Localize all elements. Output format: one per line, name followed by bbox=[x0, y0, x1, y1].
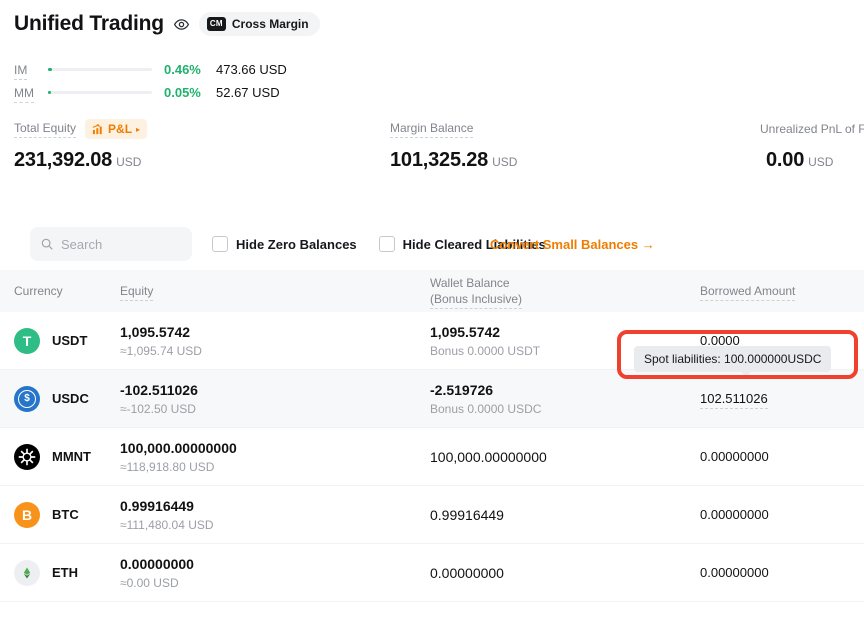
unrealized-pnl-label: Unrealized PnL of F bbox=[760, 122, 864, 136]
convert-small-balances-link[interactable]: Convert Small Balances → bbox=[490, 237, 655, 252]
pnl-badge[interactable]: P&L ▸ bbox=[85, 119, 147, 139]
margin-risk-section: IM 0.46% 473.66 USD MM 0.05% 52.67 USD bbox=[14, 62, 287, 100]
hide-zero-label: Hide Zero Balances bbox=[236, 237, 357, 252]
checkbox-hide-zero-balances[interactable]: Hide Zero Balances bbox=[212, 236, 357, 252]
wallet-balance-value: -2.519726 bbox=[430, 382, 700, 398]
pnl-chart-icon bbox=[92, 124, 104, 135]
table-row-btc: B BTC 0.99916449 ≈111,480.04 USD 0.99916… bbox=[0, 486, 864, 544]
im-progress-bar bbox=[48, 68, 152, 71]
column-header-equity: Equity bbox=[120, 284, 430, 298]
borrowed-amount-value[interactable]: 102.511026 bbox=[700, 391, 850, 406]
wallet-balance-cell: 0.99916449 bbox=[430, 507, 700, 523]
im-label: IM bbox=[14, 63, 44, 77]
wallet-balance-value: 0.00000000 bbox=[430, 565, 700, 581]
tooltip-arrow bbox=[740, 371, 752, 377]
equity-cell: -102.511026 ≈-102.50 USD bbox=[120, 382, 430, 416]
currency-name: BTC bbox=[52, 507, 79, 522]
equity-value: 0.00000000 bbox=[120, 556, 430, 572]
usdt-coin-icon: T bbox=[14, 328, 40, 354]
table-header: Currency Equity Wallet Balance (Bonus In… bbox=[0, 270, 864, 312]
spot-liabilities-tooltip: Spot liabilities: 100.000000USDC bbox=[634, 346, 831, 372]
mm-progress-fill bbox=[48, 91, 51, 94]
column-header-borrowed-amount: Borrowed Amount bbox=[700, 284, 850, 298]
total-equity-unit: USD bbox=[116, 155, 141, 169]
im-amount: 473.66 USD bbox=[216, 62, 287, 77]
equity-cell: 1,095.5742 ≈1,095.74 USD bbox=[120, 324, 430, 358]
pnl-badge-label: P&L bbox=[108, 122, 132, 136]
currency-cell: B BTC bbox=[14, 502, 120, 528]
mm-label: MM bbox=[14, 86, 44, 100]
margin-balance-unit: USD bbox=[492, 155, 517, 169]
mm-progress-bar bbox=[48, 91, 152, 94]
wallet-balance-value: 100,000.00000000 bbox=[430, 449, 700, 465]
mm-percent: 0.05% bbox=[164, 85, 208, 100]
margin-balance-label: Margin Balance bbox=[390, 121, 473, 138]
equity-usd-value: ≈1,095.74 USD bbox=[120, 344, 430, 358]
btc-coin-icon: B bbox=[14, 502, 40, 528]
cross-margin-icon: CM bbox=[207, 17, 226, 31]
unrealized-pnl-block: Unrealized PnL of F 0.00USD bbox=[760, 120, 864, 172]
eth-coin-icon bbox=[14, 560, 40, 586]
im-percent: 0.46% bbox=[164, 62, 208, 77]
equity-value: 1,095.5742 bbox=[120, 324, 430, 340]
table-row-eth: ETH 0.00000000 ≈0.00 USD 0.00000000 0.00… bbox=[0, 544, 864, 602]
margin-balance-block: Margin Balance 101,325.28USD bbox=[390, 120, 517, 172]
wallet-balance-cell: 100,000.00000000 bbox=[430, 449, 700, 465]
equity-value: -102.511026 bbox=[120, 382, 430, 398]
column-header-currency: Currency bbox=[14, 284, 120, 298]
page-header: Unified Trading CM Cross Margin bbox=[14, 12, 320, 36]
assets-table: Currency Equity Wallet Balance (Bonus In… bbox=[0, 270, 864, 602]
unrealized-pnl-value: 0.00USD bbox=[766, 149, 864, 172]
bonus-value: Bonus 0.0000 USDC bbox=[430, 402, 700, 416]
table-row-mmnt: MMNT 100,000.00000000 ≈118,918.80 USD 10… bbox=[0, 428, 864, 486]
margin-balance-value: 101,325.28USD bbox=[390, 149, 517, 172]
page-title: Unified Trading bbox=[14, 12, 164, 36]
mm-row: MM 0.05% 52.67 USD bbox=[14, 85, 287, 100]
currency-name: MMNT bbox=[52, 449, 91, 464]
currency-cell: ETH bbox=[14, 560, 120, 586]
equity-usd-value: ≈-102.50 USD bbox=[120, 402, 430, 416]
total-equity-label: Total Equity bbox=[14, 121, 76, 138]
currency-name: USDT bbox=[52, 333, 87, 348]
cross-margin-badge: CM Cross Margin bbox=[199, 12, 320, 36]
equity-usd-value: ≈118,918.80 USD bbox=[120, 460, 430, 474]
cross-margin-label: Cross Margin bbox=[232, 17, 309, 31]
currency-name: USDC bbox=[52, 391, 89, 406]
hide-cleared-checkbox-icon[interactable] bbox=[379, 236, 395, 252]
wallet-balance-cell: 0.00000000 bbox=[430, 565, 700, 581]
hide-zero-checkbox-icon[interactable] bbox=[212, 236, 228, 252]
search-box[interactable] bbox=[30, 227, 192, 261]
currency-cell: T USDT bbox=[14, 328, 120, 354]
total-equity-block: Total Equity P&L ▸ 231,392.08USD bbox=[14, 120, 147, 172]
search-input[interactable] bbox=[61, 237, 171, 252]
borrowed-amount-value[interactable]: 0.00000000 bbox=[700, 507, 850, 522]
currency-name: ETH bbox=[52, 565, 78, 580]
wallet-balance-cell: -2.519726 Bonus 0.0000 USDC bbox=[430, 382, 700, 416]
equity-cell: 0.00000000 ≈0.00 USD bbox=[120, 556, 430, 590]
equity-value: 100,000.00000000 bbox=[120, 440, 430, 456]
currency-cell: MMNT bbox=[14, 444, 120, 470]
usdc-coin-icon: $ bbox=[14, 386, 40, 412]
equity-usd-value: ≈111,480.04 USD bbox=[120, 518, 430, 532]
mm-amount: 52.67 USD bbox=[216, 85, 280, 100]
mmnt-coin-icon bbox=[14, 444, 40, 470]
equity-value: 0.99916449 bbox=[120, 498, 430, 514]
wallet-balance-value: 0.99916449 bbox=[430, 507, 700, 523]
table-row-usdc: $ USDC -102.511026 ≈-102.50 USD -2.51972… bbox=[0, 370, 864, 428]
pnl-badge-arrow: ▸ bbox=[136, 125, 140, 134]
borrowed-amount-value[interactable]: 0.00000000 bbox=[700, 565, 850, 580]
wallet-balance-value: 1,095.5742 bbox=[430, 324, 700, 340]
borrowed-amount-value[interactable]: 0.00000000 bbox=[700, 449, 850, 464]
im-row: IM 0.46% 473.66 USD bbox=[14, 62, 287, 77]
column-header-wallet-balance: Wallet Balance (Bonus Inclusive) bbox=[430, 275, 700, 307]
equity-usd-value: ≈0.00 USD bbox=[120, 576, 430, 590]
equity-cell: 100,000.00000000 ≈118,918.80 USD bbox=[120, 440, 430, 474]
currency-cell: $ USDC bbox=[14, 386, 120, 412]
total-equity-value: 231,392.08USD bbox=[14, 149, 147, 172]
equity-cell: 0.99916449 ≈111,480.04 USD bbox=[120, 498, 430, 532]
unrealized-pnl-unit: USD bbox=[808, 155, 833, 169]
search-icon bbox=[40, 237, 54, 251]
im-progress-fill bbox=[48, 68, 52, 71]
visibility-eye-icon[interactable] bbox=[173, 16, 190, 33]
